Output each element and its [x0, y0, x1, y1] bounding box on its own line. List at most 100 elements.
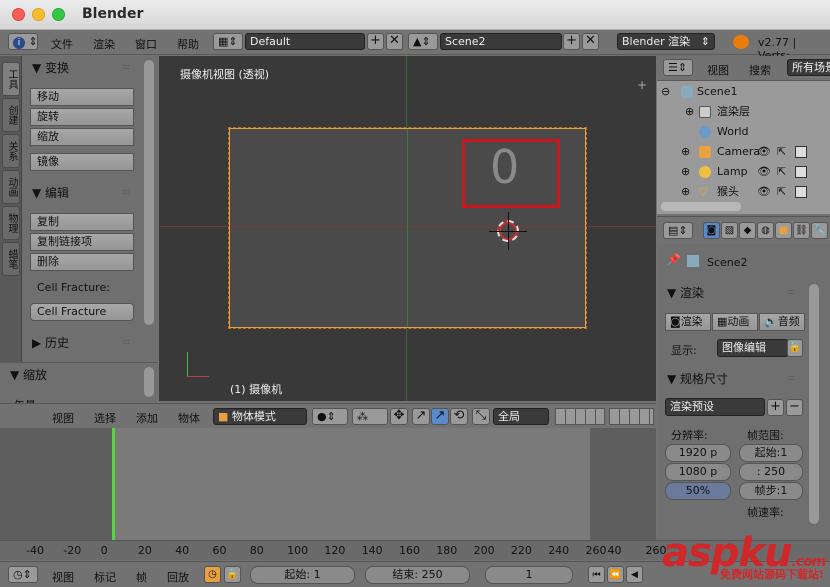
add-preset-button[interactable]: + [767, 399, 784, 416]
redo-panel-scrollbar[interactable] [144, 367, 154, 397]
timeline-area[interactable] [0, 428, 656, 546]
screen-layout-selector[interactable]: ▦⇕ [213, 33, 243, 50]
world-context-tab[interactable]: ◍ [757, 222, 774, 239]
3d-viewport[interactable]: 0 摄像机视图 (透视) + (1) 摄像机 [159, 56, 656, 401]
expand-icon[interactable]: ⊕ [681, 162, 690, 182]
visibility-eye-icon[interactable]: 👁 [757, 142, 771, 162]
render-context-tab[interactable]: ◙ [703, 222, 720, 239]
scene-field[interactable]: Scene2 [440, 33, 562, 50]
scene-selector[interactable]: ▲⇕ [408, 33, 438, 50]
outliner-menu-view[interactable]: 视图 [707, 62, 729, 78]
preview-range-button[interactable]: ◷ [204, 566, 221, 583]
outliner-filter-selector[interactable]: 所有场景 [787, 59, 830, 76]
scale-manipulator-button[interactable]: ⤡ [472, 408, 490, 425]
select-arrow-icon[interactable]: ⇱ [777, 142, 786, 162]
timeline-editor-type[interactable]: ◷⇕ [8, 566, 38, 583]
layer-buttons[interactable] [555, 408, 605, 425]
add-scene-button[interactable]: + [563, 33, 580, 50]
dimensions-panel-header[interactable]: ▼ 规格尺寸 [667, 370, 728, 387]
resolution-percent-field[interactable]: 50% [665, 482, 731, 500]
render-animation-button[interactable]: ▦动画 [712, 313, 758, 331]
tab-animation[interactable]: 动画 [2, 170, 20, 204]
rotate-manipulator-button[interactable]: ⟲ [450, 408, 468, 425]
menu-render[interactable]: 渲染 [93, 36, 115, 52]
lock-icon[interactable]: 🔓 [787, 339, 803, 357]
lock-range-button[interactable]: 🔒 [224, 566, 241, 583]
history-panel-header[interactable]: ▶ 历史 [32, 334, 69, 351]
pin-icon[interactable]: 📌 [667, 253, 681, 266]
render-layers-context-tab[interactable]: ▧ [721, 222, 738, 239]
render-audio-button[interactable]: 🔈音频 [759, 313, 805, 331]
tab-relations[interactable]: 关系 [2, 134, 20, 168]
select-arrow-icon[interactable]: ⇱ [777, 162, 786, 182]
scale-button[interactable]: 缩放 [30, 128, 134, 146]
layer-buttons-2[interactable] [609, 408, 654, 425]
render-image-button[interactable]: ◙渲染 [665, 313, 711, 331]
mode-selector[interactable]: ■ 物体模式 [213, 408, 307, 425]
drag-grip-icon[interactable]: :::: [122, 337, 130, 346]
zoom-panel-header[interactable]: ▼ 缩放 [10, 366, 47, 383]
menu-add[interactable]: 添加 [136, 410, 158, 426]
minimize-window-button[interactable] [32, 8, 45, 21]
current-frame-field[interactable]: 1 [485, 566, 573, 584]
outliner-row-camera[interactable]: ⊕ Camera 👁 ⇱ [657, 142, 830, 162]
display-selector[interactable]: 图像编辑 [717, 339, 789, 357]
frame-start-field[interactable]: 起始:1 [739, 444, 803, 462]
remove-scene-button[interactable]: ✕ [582, 33, 599, 50]
timeline-menu-view[interactable]: 视图 [52, 569, 74, 585]
outliner-editor-type[interactable]: ☰⇕ [663, 59, 693, 76]
manipulator-toggle[interactable]: ✥ [390, 408, 408, 425]
cell-fracture-button[interactable]: Cell Fracture [30, 303, 134, 321]
visibility-eye-icon[interactable]: 👁 [757, 182, 771, 202]
timeline-menu-frame[interactable]: 帧 [136, 569, 147, 585]
expand-icon[interactable]: ⊕ [685, 102, 694, 122]
resolution-x-field[interactable]: 1920 p [665, 444, 731, 462]
drag-grip-icon[interactable]: :::: [122, 187, 130, 196]
duplicate-button[interactable]: 复制 [30, 213, 134, 231]
pivot-selector[interactable]: ⁂ [352, 408, 388, 425]
outliner-row-world[interactable]: World [657, 122, 830, 142]
constraints-context-tab[interactable]: ⛓ [793, 222, 810, 239]
select-arrow-icon[interactable]: ⇱ [777, 182, 786, 202]
render-panel-header[interactable]: ▼ 渲染 [667, 284, 704, 301]
object-context-tab[interactable]: ■ [775, 222, 792, 239]
orientation-selector[interactable]: 全局 [493, 408, 549, 425]
start-frame-field[interactable]: 起始: 1 [250, 566, 355, 584]
maximize-window-button[interactable] [52, 8, 65, 21]
timeline-menu-playback[interactable]: 回放 [167, 569, 189, 585]
tab-physics[interactable]: 物理 [2, 206, 20, 240]
close-window-button[interactable] [12, 8, 25, 21]
screen-layout-field[interactable]: Default [245, 33, 365, 50]
timeline-menu-marker[interactable]: 标记 [94, 569, 116, 585]
end-frame-field[interactable]: 结束: 250 [365, 566, 470, 584]
menu-object[interactable]: 物体 [178, 410, 200, 426]
modifiers-context-tab[interactable]: 🔧 [811, 222, 828, 239]
frame-step-field[interactable]: 帧步:1 [739, 482, 803, 500]
visibility-eye-icon[interactable]: 👁 [757, 162, 771, 182]
edit-panel-header[interactable]: ▼ 编辑 [32, 184, 69, 201]
mirror-button[interactable]: 镜像 [30, 153, 134, 171]
translate-manipulator-button[interactable]: ↗ [412, 408, 430, 425]
expand-icon[interactable]: ⊕ [681, 182, 690, 202]
transform-panel-header[interactable]: ▼ 变换 [32, 59, 69, 76]
drag-grip-icon[interactable]: :::: [787, 373, 795, 382]
editor-type-button[interactable]: i ⇕ [8, 33, 38, 50]
render-camera-icon[interactable] [795, 146, 807, 158]
tool-shelf-scrollbar[interactable] [144, 60, 154, 325]
outliner-row-monkey[interactable]: ⊕ ▽ 猴头 👁 ⇱ [657, 182, 830, 202]
resolution-y-field[interactable]: 1080 p [665, 463, 731, 481]
shading-selector[interactable]: ●⇕ [312, 408, 348, 425]
move-button[interactable]: 移动 [30, 88, 134, 106]
drag-grip-icon[interactable]: :::: [122, 62, 130, 71]
drag-grip-icon[interactable]: :::: [787, 287, 795, 296]
properties-scrollbar[interactable] [809, 284, 819, 524]
render-engine-selector[interactable]: Blender 渲染 ⇕ [617, 33, 715, 50]
outliner-h-scrollbar[interactable] [661, 202, 741, 211]
outliner-row-lamp[interactable]: ⊕ Lamp 👁 ⇱ [657, 162, 830, 182]
render-camera-icon[interactable] [795, 186, 807, 198]
menu-window[interactable]: 窗口 [135, 36, 157, 52]
menu-help[interactable]: 帮助 [177, 36, 199, 52]
play-reverse-button[interactable]: ◀ [626, 566, 643, 583]
render-preset-selector[interactable]: 渲染预设 [665, 398, 765, 416]
remove-layout-button[interactable]: ✕ [386, 33, 403, 50]
